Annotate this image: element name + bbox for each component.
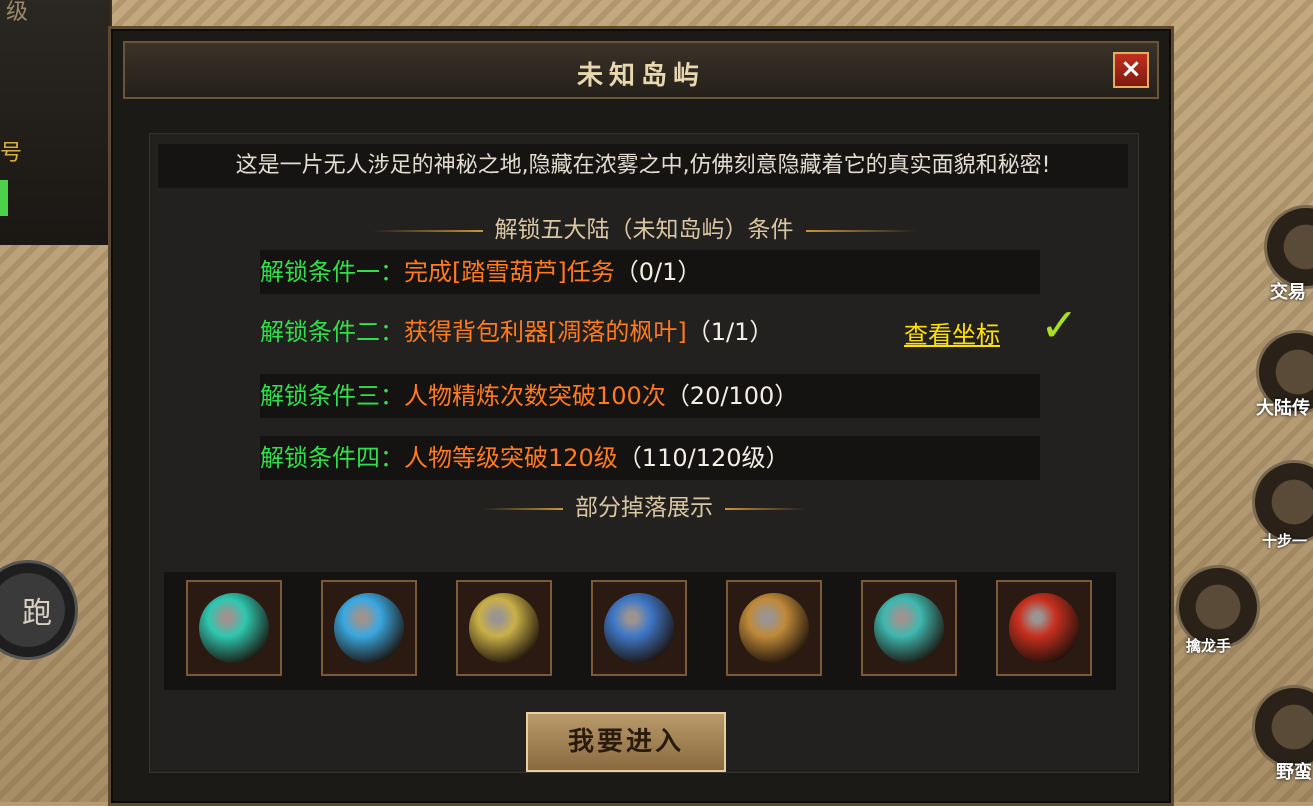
drops-title: 部分掉落展示: [575, 495, 713, 521]
golden-dragon-icon: [469, 593, 539, 663]
view-coordinates-link[interactable]: 查看坐标: [904, 315, 1000, 350]
ornament-right: [805, 229, 916, 232]
drop-item-slot[interactable]: [996, 580, 1092, 676]
drop-item-slot[interactable]: [726, 580, 822, 676]
blue-wing-icon: [604, 593, 674, 663]
jade-gourd-icon: [199, 593, 269, 663]
condition-4: 解锁条件四：人物等级突破120级（110/120级）: [260, 436, 1040, 480]
drop-item-slot[interactable]: [861, 580, 957, 676]
drop-item-slot[interactable]: [456, 580, 552, 676]
condition-label: 解锁条件三：: [260, 382, 404, 410]
dialog-title: 未知岛屿: [576, 61, 705, 91]
condition-progress: （0/1）: [614, 258, 702, 286]
unlock-conditions-heading: 解锁五大陆（未知岛屿）条件: [150, 210, 1138, 244]
left-hud-panel: 级 号: [0, 0, 112, 245]
condition-label: 解锁条件四：: [260, 444, 404, 472]
dialog-content: 这是一片无人涉足的神秘之地,隐藏在浓雾之中,仿佛刻意隐藏着它的真实面貌和秘密! …: [149, 133, 1139, 773]
level-text: 级: [6, 0, 29, 25]
skill-step-label: 十步一: [1262, 532, 1308, 550]
ornament-left: [483, 507, 563, 510]
ornament-right: [725, 507, 805, 510]
unlock-title: 解锁五大陆（未知岛屿）条件: [494, 217, 794, 243]
drop-item-slot[interactable]: [591, 580, 687, 676]
continent-teleport-label: 大陆传: [1256, 398, 1310, 419]
condition-progress: （20/100）: [665, 382, 799, 410]
condition-label: 解锁条件二：: [260, 318, 404, 346]
unknown-island-dialog: 未知岛屿 × 这是一片无人涉足的神秘之地,隐藏在浓雾之中,仿佛刻意隐藏着它的真实…: [108, 26, 1174, 806]
hp-bar: [0, 180, 8, 216]
condition-text: 完成[踏雪葫芦]任务: [404, 258, 615, 286]
drop-items-row: [164, 572, 1116, 690]
condition-1: 解锁条件一：完成[踏雪葫芦]任务（0/1）: [260, 250, 1040, 294]
island-description: 这是一片无人涉足的神秘之地,隐藏在浓雾之中,仿佛刻意隐藏着它的真实面貌和秘密!: [158, 144, 1128, 188]
jade-vase-icon: [874, 593, 944, 663]
condition-text: 人物精炼次数突破100次: [404, 382, 666, 410]
completed-check-icon: ✓: [1040, 298, 1079, 352]
red-jar-icon: [1009, 593, 1079, 663]
enter-button[interactable]: 我要进入: [526, 712, 726, 772]
skill-dragon-label: 擒龙手: [1186, 637, 1232, 655]
condition-text: 人物等级突破120级: [404, 444, 618, 472]
drop-item-slot[interactable]: [321, 580, 417, 676]
jade-ring-icon: [739, 593, 809, 663]
account-text: 号: [0, 141, 23, 166]
condition-text: 获得背包利器[凋落的枫叶]: [404, 318, 687, 346]
condition-3: 解锁条件三：人物精炼次数突破100次（20/100）: [260, 374, 1040, 418]
condition-progress: （110/120级）: [617, 444, 790, 472]
ornament-left: [372, 229, 483, 232]
close-button[interactable]: ×: [1113, 52, 1149, 88]
dialog-titlebar: 未知岛屿 ×: [123, 41, 1159, 99]
drops-heading: 部分掉落展示: [150, 488, 1138, 522]
condition-label: 解锁条件一：: [260, 258, 404, 286]
drop-item-slot[interactable]: [186, 580, 282, 676]
trade-label: 交易: [1270, 282, 1306, 303]
blue-armor-icon: [334, 593, 404, 663]
condition-progress: （1/1）: [686, 318, 774, 346]
skill-brute-label: 野蛮: [1276, 762, 1312, 783]
